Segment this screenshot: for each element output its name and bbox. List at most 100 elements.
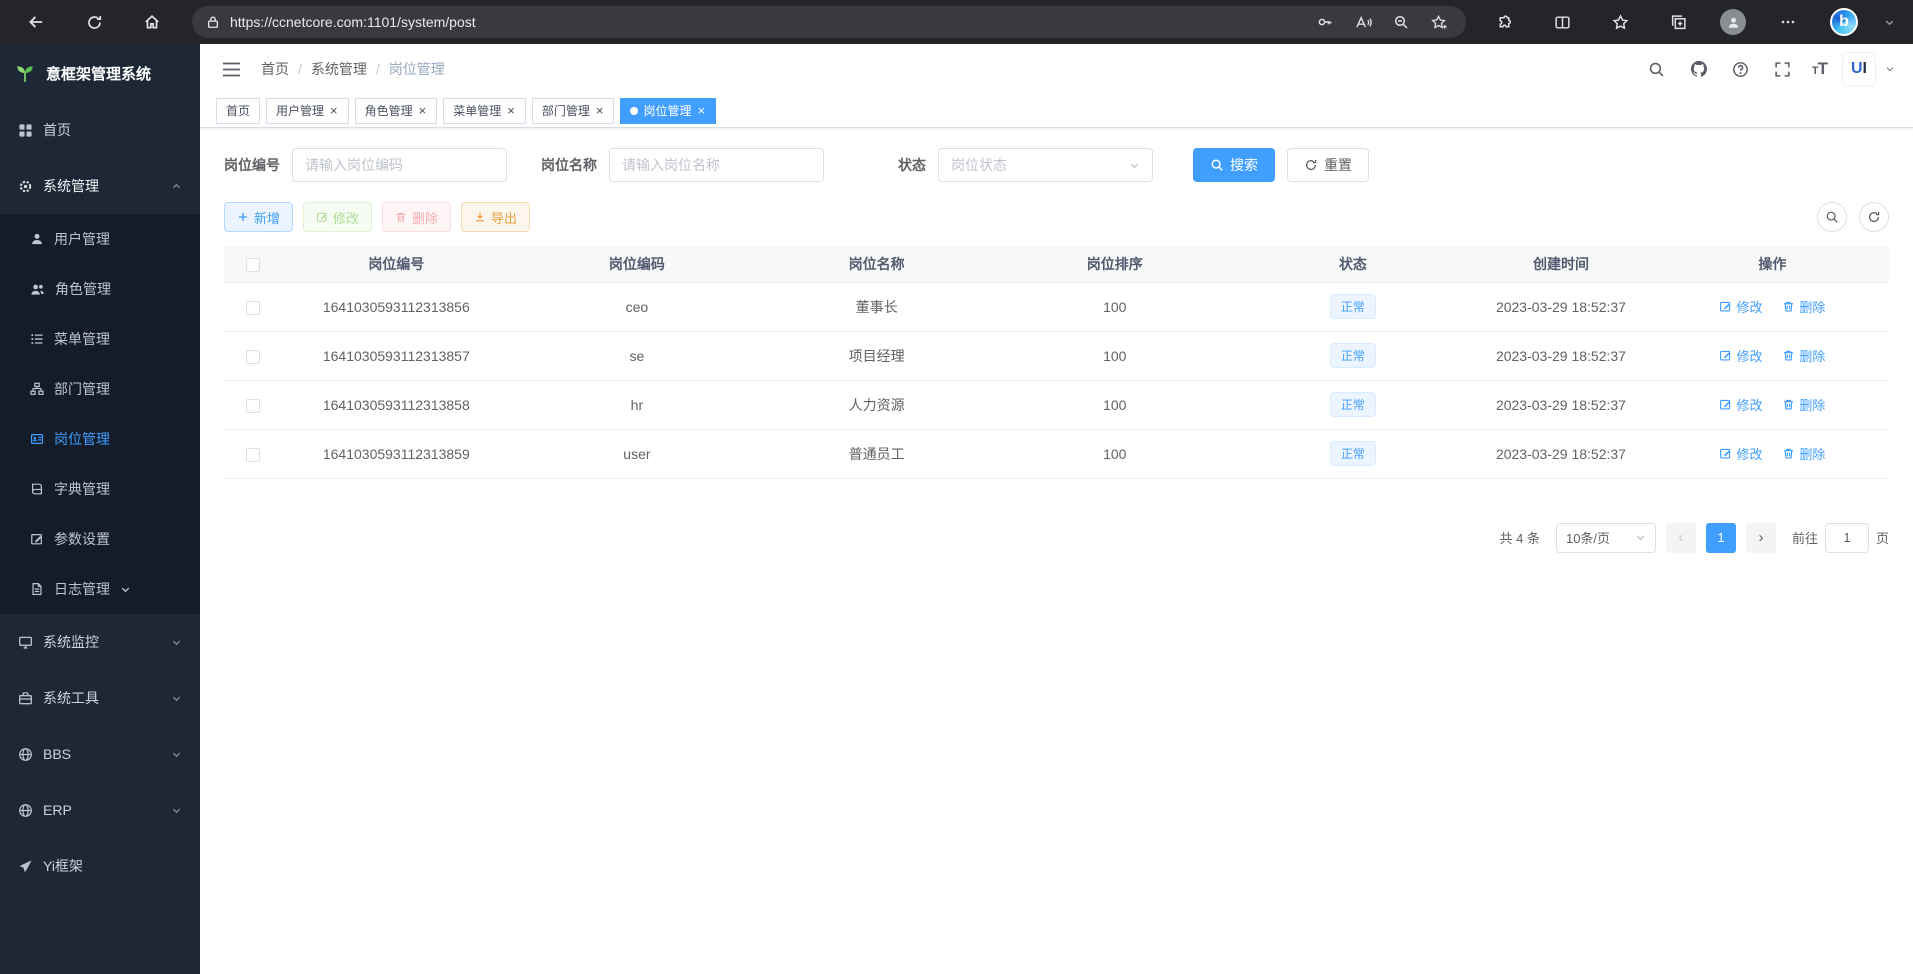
sidebar-item-bbs[interactable]: BBS [0,726,200,782]
bing-copilot-icon[interactable]: b [1830,8,1858,36]
split-screen-icon[interactable] [1546,6,1578,38]
status-select[interactable]: 岗位状态 [938,148,1153,182]
tab-close-icon[interactable]: × [418,104,428,117]
sidebar-item-log-mgmt[interactable]: 日志管理 [0,564,200,614]
tab-post-mgmt[interactable]: 岗位管理 × [620,98,716,124]
avatar-letter: U [1851,60,1863,78]
browser-menu-icon[interactable] [1772,6,1804,38]
goto-page-input[interactable] [1825,523,1869,553]
tab-user-mgmt[interactable]: 用户管理 × [266,98,349,124]
sidebar-item-role-mgmt[interactable]: 角色管理 [0,264,200,314]
post-name-input[interactable] [609,148,824,182]
sidebar-item-dept-mgmt[interactable]: 部门管理 [0,364,200,414]
row-delete-link[interactable]: 删除 [1782,444,1825,463]
font-size-icon[interactable]: TT [1812,59,1827,79]
site-lock-icon[interactable] [206,15,220,29]
avatar-caret-icon[interactable] [1885,64,1895,74]
add-favorite-icon[interactable] [1426,9,1452,35]
breadcrumb-item[interactable]: 系统管理 [311,59,367,79]
column-header: 岗位编码 [510,246,763,282]
row-delete-link[interactable]: 删除 [1782,346,1825,365]
goto-unit: 页 [1876,528,1889,547]
add-button[interactable]: 新增 [224,202,293,232]
sidebar-item-monitor[interactable]: 系统监控 [0,614,200,670]
page-1-button[interactable]: 1 [1706,523,1736,553]
row-delete-link[interactable]: 删除 [1782,297,1825,316]
column-header: 岗位排序 [990,246,1240,282]
tab-home[interactable]: 首页 [216,98,260,124]
sidebar-item-system[interactable]: 系统管理 [0,158,200,214]
row-checkbox[interactable] [246,301,260,315]
sidebar-item-label: 岗位管理 [54,429,110,449]
extensions-icon[interactable] [1488,6,1520,38]
delete-button[interactable]: 删除 [382,202,451,232]
breadcrumb-item[interactable]: 首页 [261,59,289,79]
sidebar-item-param-settings[interactable]: 参数设置 [0,514,200,564]
edit-button-label: 修改 [333,208,359,227]
back-icon[interactable] [20,6,52,38]
sidebar-item-erp[interactable]: ERP [0,782,200,838]
github-icon[interactable] [1686,56,1712,82]
cell-post-name: 普通员工 [763,429,989,478]
edit-button[interactable]: 修改 [303,202,372,232]
sidebar-item-menu-mgmt[interactable]: 菜单管理 [0,314,200,364]
sidebar-item-yi-framework[interactable]: Yi框架 [0,838,200,894]
sidebar-item-label: ERP [43,802,72,818]
prev-page-button[interactable]: ‹ [1666,523,1696,553]
post-code-input[interactable] [292,148,507,182]
row-edit-link[interactable]: 修改 [1719,346,1762,365]
row-checkbox[interactable] [246,448,260,462]
sidebar-item-home[interactable]: 首页 [0,102,200,158]
select-all-checkbox[interactable] [246,258,260,272]
tab-menu-mgmt[interactable]: 菜单管理 × [443,98,526,124]
row-delete-link[interactable]: 删除 [1782,395,1825,414]
page-size-select[interactable]: 10条/页 [1556,523,1656,553]
tab-role-mgmt[interactable]: 角色管理 × [355,98,438,124]
export-button[interactable]: 导出 [461,202,530,232]
tab-close-icon[interactable]: × [696,104,706,117]
sidebar-item-dict-mgmt[interactable]: 字典管理 [0,464,200,514]
reset-button[interactable]: 重置 [1287,148,1369,182]
user-avatar[interactable]: UI [1843,53,1875,85]
cell-post-name: 人力资源 [763,380,989,429]
address-bar[interactable]: https://ccnetcore.com:1101/system/post [192,6,1466,38]
tab-dept-mgmt[interactable]: 部门管理 × [532,98,615,124]
tab-label: 部门管理 [542,102,590,119]
row-edit-link[interactable]: 修改 [1719,444,1762,463]
header-search-icon[interactable] [1644,56,1670,82]
table-row: 1641030593112313856 ceo 董事长 100 正常 2023-… [224,282,1889,331]
refresh-icon[interactable] [78,6,110,38]
browser-toolbar: https://ccnetcore.com:1101/system/post [0,0,1913,44]
home-icon[interactable] [136,6,168,38]
next-page-button[interactable]: › [1746,523,1776,553]
read-aloud-icon[interactable] [1350,9,1376,35]
refresh-table-icon[interactable] [1859,202,1889,232]
tab-close-icon[interactable]: × [506,104,516,117]
search-button[interactable]: 搜索 [1193,148,1275,182]
row-checkbox[interactable] [246,350,260,364]
fullscreen-icon[interactable] [1770,56,1796,82]
browser-profile-avatar[interactable] [1720,9,1746,35]
zoom-out-icon[interactable] [1388,9,1414,35]
app-logo[interactable]: 意框架管理系统 [0,44,200,102]
row-checkbox[interactable] [246,399,260,413]
collections-icon[interactable] [1662,6,1694,38]
favorites-icon[interactable] [1604,6,1636,38]
sidebar-item-user-mgmt[interactable]: 用户管理 [0,214,200,264]
row-edit-link[interactable]: 修改 [1719,395,1762,414]
tab-close-icon[interactable]: × [329,104,339,117]
sidebar-caret-icon[interactable] [1884,17,1895,28]
url-text[interactable]: https://ccnetcore.com:1101/system/post [230,14,1302,30]
tab-close-icon[interactable]: × [595,104,605,117]
gear-icon [18,179,33,194]
help-icon[interactable] [1728,56,1754,82]
sidebar-item-post-mgmt[interactable]: 岗位管理 [0,414,200,464]
password-key-icon[interactable] [1312,9,1338,35]
book-icon [30,482,44,496]
row-edit-label: 修改 [1736,444,1762,463]
sidebar-menu: 首页 系统管理 用户管理 [0,102,200,894]
toggle-search-icon[interactable] [1817,202,1847,232]
row-edit-link[interactable]: 修改 [1719,297,1762,316]
sidebar-item-tools[interactable]: 系统工具 [0,670,200,726]
sidebar-toggle-icon[interactable] [218,58,245,81]
